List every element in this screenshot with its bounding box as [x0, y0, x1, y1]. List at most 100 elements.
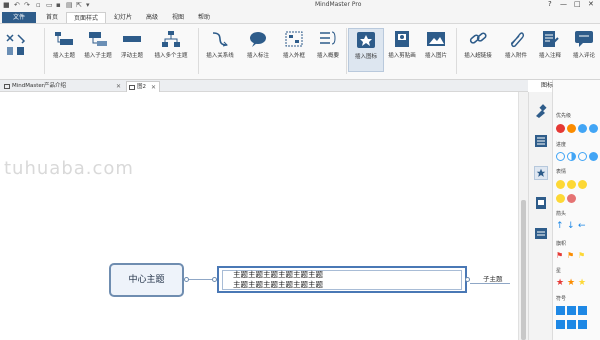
- priority-4-icon[interactable]: [589, 124, 598, 133]
- clipart-panel-icon[interactable]: [534, 196, 548, 210]
- symbol-icon[interactable]: [556, 306, 565, 315]
- central-topic[interactable]: 中心主题: [109, 263, 184, 297]
- symbol-icon[interactable]: [556, 320, 565, 329]
- icon-panel-icon[interactable]: [534, 166, 548, 180]
- summary-icon: [320, 31, 336, 45]
- insert-picture-button[interactable]: 插入图片: [418, 28, 454, 59]
- ribbon-separator: [346, 28, 347, 74]
- insert-summary-button[interactable]: 插入概要: [310, 28, 346, 59]
- tab-mindmaster-intro[interactable]: MindMaster产品介绍 ✕: [2, 81, 124, 92]
- save-icon[interactable]: ▪: [56, 1, 61, 9]
- insert-main-topic-button[interactable]: 插入主题: [46, 28, 82, 59]
- watermark-text: tuhuaba.com: [4, 158, 134, 179]
- tab-page-style[interactable]: 页面样式: [66, 12, 106, 23]
- emoji-icons-row-2: [556, 194, 578, 205]
- connection-point[interactable]: [184, 277, 189, 282]
- symbol-icon[interactable]: [567, 320, 576, 329]
- emoji-icons-row-1: [556, 180, 589, 191]
- format-painter-icon[interactable]: [5, 32, 27, 58]
- new-file-icon[interactable]: ▫: [36, 1, 41, 9]
- priority-icons-row: [556, 124, 600, 135]
- icon-library-icon: [357, 32, 375, 48]
- symbol-icon[interactable]: [578, 306, 587, 315]
- outline-icon[interactable]: [534, 134, 548, 148]
- symbol-icon[interactable]: [578, 320, 587, 329]
- insert-attachment-button[interactable]: 插入附件: [498, 28, 534, 59]
- close-tab-icon[interactable]: ✕: [116, 81, 121, 92]
- insert-note-button[interactable]: 插入注释: [532, 28, 568, 59]
- tab-home[interactable]: 首页: [40, 12, 64, 23]
- flag-orange-icon[interactable]: ⚑: [567, 251, 576, 260]
- insert-callout-button[interactable]: 插入标注: [240, 28, 276, 59]
- tab-slides[interactable]: 幻灯片: [108, 12, 138, 23]
- flag-red-icon[interactable]: ⚑: [556, 251, 565, 260]
- priority-3-icon[interactable]: [578, 124, 587, 133]
- star-orange-icon[interactable]: ★: [567, 279, 576, 288]
- insert-hyperlink-button[interactable]: 插入超链接: [460, 28, 496, 59]
- close-button[interactable]: ✕: [588, 0, 594, 8]
- task-panel-icon[interactable]: [534, 226, 548, 240]
- minimize-button[interactable]: —: [560, 0, 567, 8]
- menu-bar: 文件 首页 页面样式 幻灯片 高级 视图 帮助: [0, 10, 600, 24]
- customize-toolbar-icon[interactable]: ▾: [86, 1, 90, 9]
- open-folder-icon[interactable]: ▭: [46, 1, 53, 9]
- category-priority: 优先级: [556, 113, 572, 119]
- category-flags: 旗帜: [556, 241, 567, 247]
- scrollbar-thumb[interactable]: [521, 200, 526, 340]
- tab-help[interactable]: 帮助: [192, 12, 216, 23]
- arrow-up-icon[interactable]: ↑: [556, 222, 565, 231]
- mindmap-canvas[interactable]: [0, 92, 518, 340]
- insert-multiple-topics-button[interactable]: 插入多个主题: [150, 28, 192, 59]
- sad-face-icon[interactable]: [578, 180, 587, 189]
- insert-subtopic-button[interactable]: 插入子主题: [80, 28, 116, 59]
- window-title: MindMaster Pro: [315, 1, 362, 8]
- tab-view[interactable]: 视图: [166, 12, 190, 23]
- angry-face-icon[interactable]: [556, 194, 565, 203]
- tab-figure-2[interactable]: 图2 ✕: [126, 81, 160, 92]
- floating-topic-button[interactable]: 浮动主题: [114, 28, 150, 59]
- help-button[interactable]: ?: [548, 0, 552, 8]
- redo-icon[interactable]: ↷: [24, 1, 30, 9]
- arrow-left-icon[interactable]: ←: [578, 222, 587, 231]
- print-icon[interactable]: ▤: [66, 1, 73, 9]
- progress-50-icon[interactable]: [578, 152, 587, 161]
- export-icon[interactable]: ⇱: [76, 1, 82, 9]
- insert-boundary-button[interactable]: 插入外框: [276, 28, 312, 59]
- subtopic[interactable]: 子主题: [483, 273, 503, 283]
- neutral-face-icon[interactable]: [567, 180, 576, 189]
- priority-2-icon[interactable]: [567, 124, 576, 133]
- tab-advanced[interactable]: 高级: [140, 12, 164, 23]
- symbol-icon[interactable]: [567, 306, 576, 315]
- progress-75-icon[interactable]: [589, 152, 598, 161]
- vertical-scrollbar[interactable]: [518, 92, 528, 340]
- insert-clipart-button[interactable]: 插入剪贴画: [384, 28, 420, 59]
- maximize-button[interactable]: □: [574, 0, 581, 8]
- progress-0-icon[interactable]: [556, 152, 565, 161]
- title-bar: ■ ↶ ↷ ▫ ▭ ▪ ▤ ⇱ ▾ MindMaster Pro ? — □ ✕: [0, 0, 600, 10]
- arrow-down-icon[interactable]: ↓: [567, 222, 576, 231]
- hyperlink-icon: [469, 32, 487, 44]
- attachment-icon: [510, 32, 525, 48]
- ribbon-separator: [44, 28, 45, 74]
- flag-yellow-icon[interactable]: ⚑: [578, 251, 587, 260]
- insert-comment-button[interactable]: 插入评论: [566, 28, 600, 59]
- main-topic-selected[interactable]: 主题主题主题主题主题主题 主题主题主题主题主题主题: [217, 266, 467, 293]
- app-logo-icon: ■: [3, 1, 10, 9]
- priority-1-icon[interactable]: [556, 124, 565, 133]
- star-yellow-icon[interactable]: ★: [578, 279, 587, 288]
- category-arrows: 箭头: [556, 211, 567, 217]
- connection-point[interactable]: [465, 277, 470, 282]
- insert-relationship-button[interactable]: 插入关系线: [202, 28, 238, 59]
- laugh-face-icon[interactable]: [567, 194, 576, 203]
- progress-25-icon[interactable]: [567, 152, 576, 161]
- main-topic-text-line-2: 主题主题主题主题主题主题: [233, 280, 323, 289]
- file-menu-button[interactable]: 文件: [2, 12, 36, 23]
- undo-icon[interactable]: ↶: [14, 1, 20, 9]
- floating-topic-icon: [123, 36, 141, 42]
- document-icon: [4, 84, 10, 89]
- smiley-icon[interactable]: [556, 180, 565, 189]
- star-red-icon[interactable]: ★: [556, 279, 565, 288]
- format-brush-icon[interactable]: [534, 104, 548, 118]
- insert-icon-button[interactable]: 插入图标: [348, 28, 384, 72]
- multi-topic-icon: [162, 31, 180, 47]
